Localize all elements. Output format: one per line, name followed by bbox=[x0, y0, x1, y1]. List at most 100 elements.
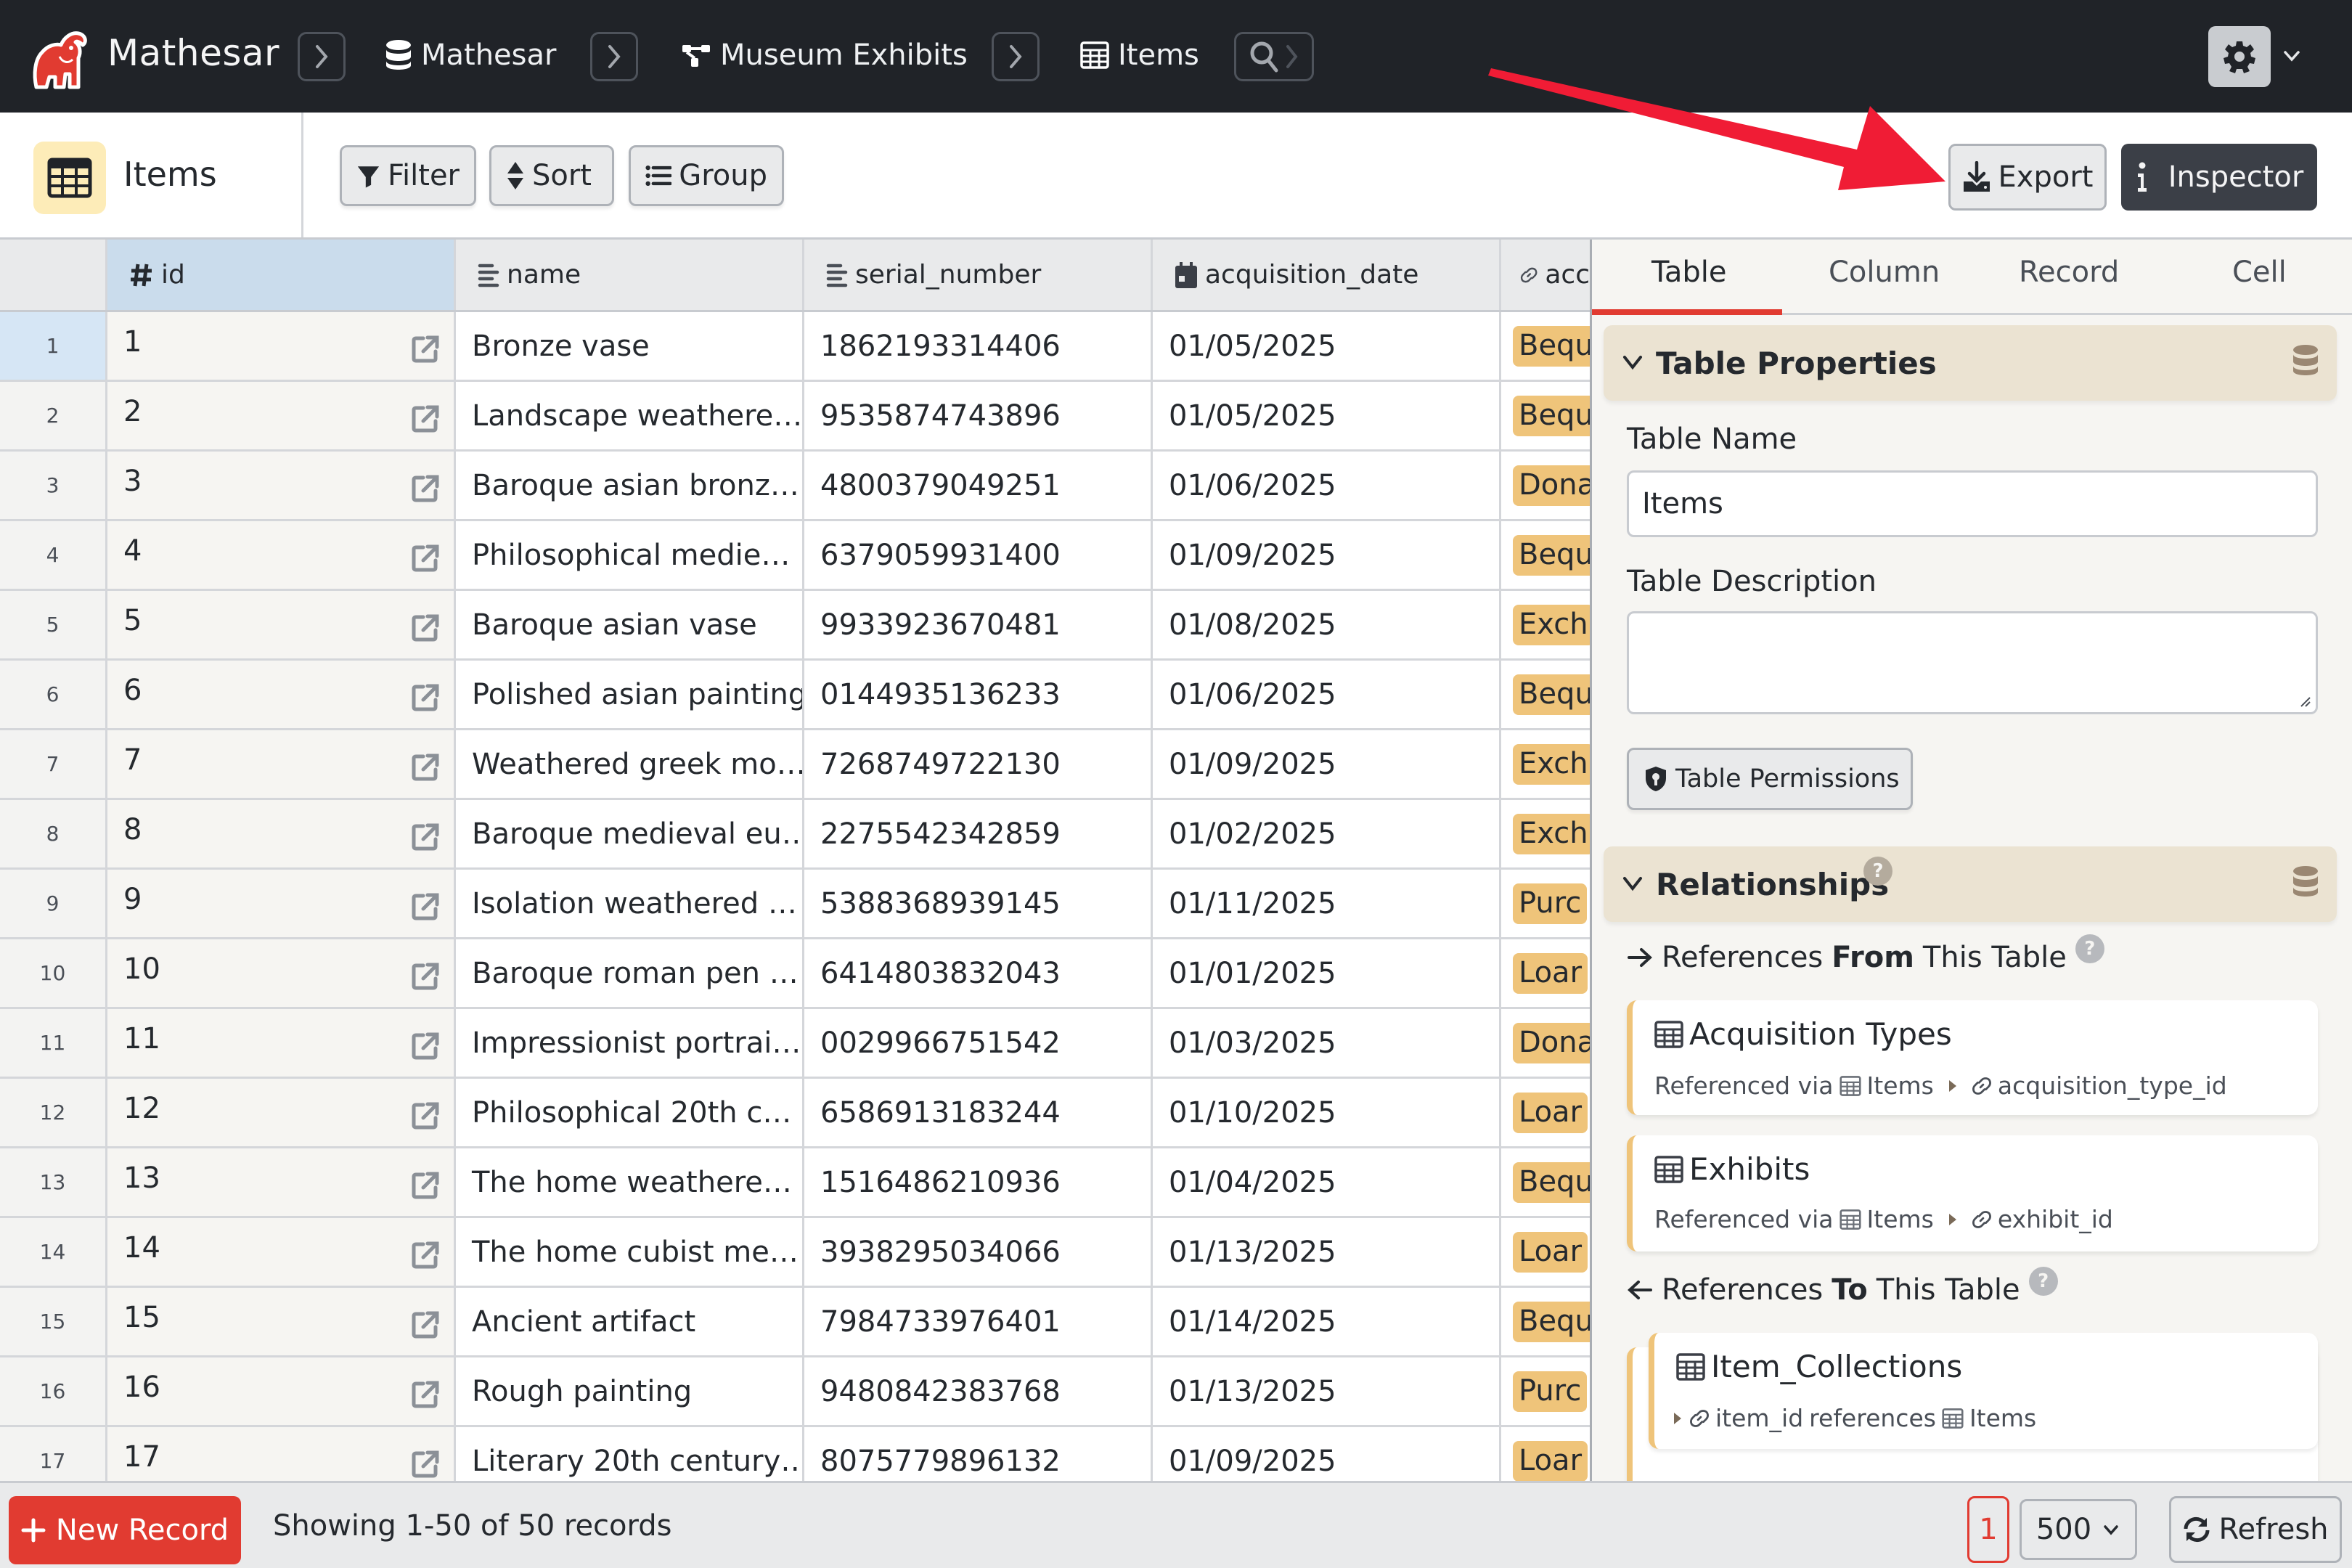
open-record-icon[interactable] bbox=[412, 1101, 439, 1130]
help-icon[interactable]: ? bbox=[1863, 857, 1892, 886]
table-properties-header[interactable]: Table Properties bbox=[1604, 325, 2337, 401]
breadcrumb-separator-button[interactable] bbox=[590, 32, 638, 81]
linked-record-chip[interactable]: Bequ bbox=[1513, 325, 1590, 367]
linked-record-chip[interactable]: Loar bbox=[1513, 1231, 1588, 1273]
cell-name[interactable]: Philosophical 20th c… bbox=[456, 1079, 804, 1146]
cell-serial-number[interactable]: 7984733976401 bbox=[804, 1288, 1153, 1355]
reference-table-name[interactable]: Exhibits bbox=[1654, 1151, 1810, 1187]
cell-name[interactable]: Baroque roman pen … bbox=[456, 939, 804, 1007]
open-record-icon[interactable] bbox=[412, 473, 439, 502]
cell-acquisition-date[interactable]: 01/09/2025 bbox=[1153, 521, 1501, 589]
linked-record-chip[interactable]: Bequ bbox=[1513, 1301, 1590, 1342]
cell-serial-number[interactable]: 3938295034066 bbox=[804, 1218, 1153, 1286]
table-row[interactable]: 7 7 Weathered greek mo… 7268749722130 01/09/… bbox=[0, 730, 1590, 800]
cell-acquisition-type[interactable]: Loar bbox=[1501, 1079, 1590, 1146]
linked-record-chip[interactable]: Dona bbox=[1513, 465, 1590, 506]
table-name-input[interactable] bbox=[1627, 470, 2318, 537]
cell-id[interactable]: 10 bbox=[107, 939, 456, 1007]
reference-card-item-collections[interactable]: Item_Collections item_id references Item… bbox=[1649, 1333, 2318, 1449]
cell-id[interactable]: 14 bbox=[107, 1218, 456, 1286]
linked-record-chip[interactable]: Exch bbox=[1513, 743, 1590, 785]
open-record-icon[interactable] bbox=[412, 613, 439, 642]
linked-record-chip[interactable]: Bequ bbox=[1513, 674, 1590, 715]
table-row[interactable]: 9 9 Isolation weathered … 5388368939145 01/1… bbox=[0, 870, 1590, 939]
cell-acquisition-date[interactable]: 01/14/2025 bbox=[1153, 1288, 1501, 1355]
open-record-icon[interactable] bbox=[412, 891, 439, 920]
cell-name[interactable]: Philosophical medie… bbox=[456, 521, 804, 589]
cell-acquisition-date[interactable]: 01/06/2025 bbox=[1153, 661, 1501, 728]
cell-acquisition-type[interactable]: Dona bbox=[1501, 1009, 1590, 1077]
row-number[interactable]: 7 bbox=[0, 730, 107, 798]
row-number[interactable]: 8 bbox=[0, 800, 107, 867]
cell-acquisition-type[interactable]: Loar bbox=[1501, 1427, 1590, 1481]
cell-id[interactable]: 11 bbox=[107, 1009, 456, 1077]
page-button-current[interactable]: 1 bbox=[1967, 1496, 2009, 1563]
cell-id[interactable]: 15 bbox=[107, 1288, 456, 1355]
open-record-icon[interactable] bbox=[412, 404, 439, 433]
cell-id[interactable]: 6 bbox=[107, 661, 456, 728]
cell-name[interactable]: Baroque asian bronz… bbox=[456, 452, 804, 519]
cell-acquisition-type[interactable]: Purc bbox=[1501, 870, 1590, 937]
cell-acquisition-date[interactable]: 01/05/2025 bbox=[1153, 312, 1501, 380]
table-row[interactable]: 5 5 Baroque asian vase 9933923670481 01/08/2… bbox=[0, 591, 1590, 661]
open-record-icon[interactable] bbox=[412, 1170, 439, 1199]
reference-card-acquisition-types[interactable]: Acquisition Types Referenced via Items a… bbox=[1627, 1000, 2318, 1115]
cell-acquisition-date[interactable]: 01/03/2025 bbox=[1153, 1009, 1501, 1077]
open-record-icon[interactable] bbox=[412, 1031, 439, 1060]
cell-serial-number[interactable]: 9480842383768 bbox=[804, 1357, 1153, 1425]
table-row[interactable]: 14 14 The home cubist me… 3938295034066 01/1… bbox=[0, 1218, 1590, 1288]
cell-id[interactable]: 9 bbox=[107, 870, 456, 937]
filter-button[interactable]: Filter bbox=[340, 145, 476, 206]
sort-button[interactable]: Sort bbox=[489, 145, 614, 206]
cell-name[interactable]: The home weathere… bbox=[456, 1148, 804, 1216]
open-record-icon[interactable] bbox=[412, 1310, 439, 1339]
tab-column[interactable]: Column bbox=[1829, 256, 1940, 289]
cell-acquisition-type[interactable]: Loar bbox=[1501, 1218, 1590, 1286]
chevron-down-icon[interactable] bbox=[2281, 45, 2303, 67]
row-number[interactable]: 2 bbox=[0, 382, 107, 449]
cell-name[interactable]: Weathered greek mo… bbox=[456, 730, 804, 798]
cell-id[interactable]: 3 bbox=[107, 452, 456, 519]
cell-serial-number[interactable]: 6379059931400 bbox=[804, 521, 1153, 589]
cell-serial-number[interactable]: 0144935136233 bbox=[804, 661, 1153, 728]
row-number[interactable]: 5 bbox=[0, 591, 107, 658]
row-number-header[interactable] bbox=[0, 240, 107, 310]
table-row[interactable]: 6 6 Polished asian painting 0144935136233 01… bbox=[0, 661, 1590, 730]
open-record-icon[interactable] bbox=[412, 822, 439, 851]
breadcrumb-table[interactable]: Items bbox=[1080, 33, 1199, 77]
breadcrumb-separator-button[interactable] bbox=[992, 32, 1040, 81]
table-row[interactable]: 13 13 The home weathere… 1516486210936 01/04… bbox=[0, 1148, 1590, 1218]
new-record-button[interactable]: New Record bbox=[9, 1496, 241, 1564]
breadcrumb-separator-button[interactable] bbox=[298, 32, 346, 81]
table-row[interactable]: 1 1 Bronze vase 1862193314406 01/05/2025 Bequ bbox=[0, 312, 1590, 382]
page-size-select[interactable]: 500 bbox=[2020, 1499, 2137, 1560]
cell-id[interactable]: 7 bbox=[107, 730, 456, 798]
cell-acquisition-date[interactable]: 01/09/2025 bbox=[1153, 730, 1501, 798]
resize-handle-icon[interactable] bbox=[2300, 696, 2311, 708]
group-button[interactable]: Group bbox=[629, 145, 784, 206]
cell-name[interactable]: Landscape weathere… bbox=[456, 382, 804, 449]
column-header-acquisition-type[interactable]: acc bbox=[1501, 240, 1590, 310]
cell-acquisition-type[interactable]: Exch bbox=[1501, 591, 1590, 658]
tab-table[interactable]: Table bbox=[1651, 256, 1726, 289]
cell-id[interactable]: 2 bbox=[107, 382, 456, 449]
cell-serial-number[interactable]: 4800379049251 bbox=[804, 452, 1153, 519]
inspector-toggle-button[interactable]: Inspector bbox=[2121, 144, 2317, 211]
cell-acquisition-type[interactable]: Exch bbox=[1501, 730, 1590, 798]
cell-name[interactable]: Polished asian painting bbox=[456, 661, 804, 728]
row-number[interactable]: 10 bbox=[0, 939, 107, 1007]
row-number[interactable]: 6 bbox=[0, 661, 107, 728]
table-row[interactable]: 17 17 Literary 20th century… 8075779896132 0… bbox=[0, 1427, 1590, 1481]
cell-acquisition-type[interactable]: Bequ bbox=[1501, 382, 1590, 449]
cell-acquisition-type[interactable]: Bequ bbox=[1501, 1148, 1590, 1216]
cell-name[interactable]: Ancient artifact bbox=[456, 1288, 804, 1355]
help-icon[interactable]: ? bbox=[2075, 934, 2104, 963]
cell-acquisition-date[interactable]: 01/13/2025 bbox=[1153, 1218, 1501, 1286]
cell-acquisition-type[interactable]: Exch bbox=[1501, 800, 1590, 867]
row-number[interactable]: 9 bbox=[0, 870, 107, 937]
column-header-serial-number[interactable]: serial_number bbox=[804, 240, 1153, 310]
cell-acquisition-type[interactable]: Purc bbox=[1501, 1357, 1590, 1425]
column-header-name[interactable]: name bbox=[456, 240, 804, 310]
cell-name[interactable]: Impressionist portrai… bbox=[456, 1009, 804, 1077]
cell-serial-number[interactable]: 7268749722130 bbox=[804, 730, 1153, 798]
